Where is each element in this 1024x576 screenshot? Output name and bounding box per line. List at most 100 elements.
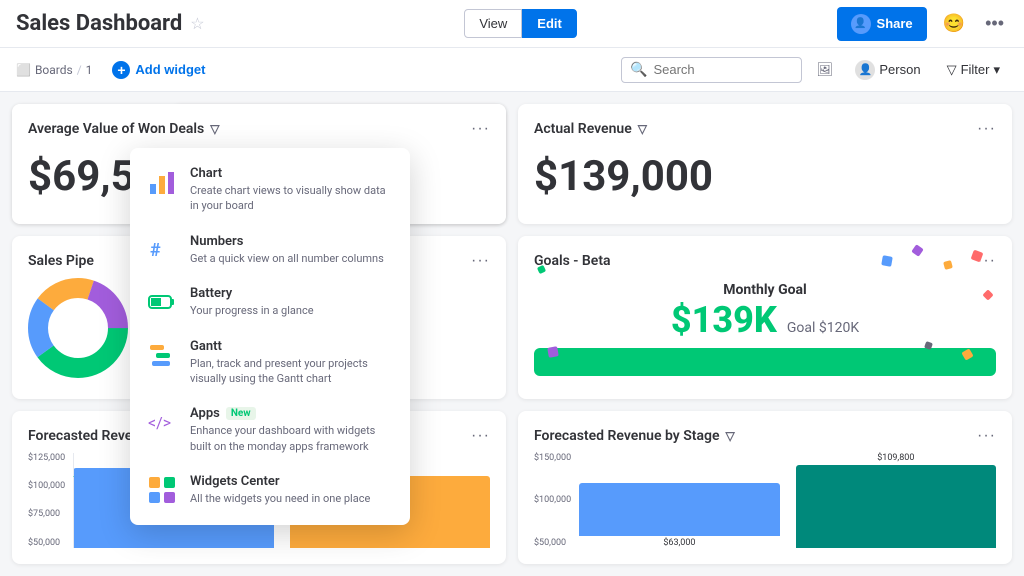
- svg-text:</>: </>: [148, 413, 171, 432]
- widget-pipeline-menu[interactable]: ···: [471, 252, 490, 270]
- search-icon: 🔍: [630, 62, 647, 78]
- dropdown-item-icon-widgets-center: [146, 474, 178, 506]
- header-left: Sales Dashboard ☆: [16, 11, 205, 36]
- view-button[interactable]: View: [464, 9, 522, 38]
- search-box: 🔍: [621, 57, 802, 83]
- dropdown-item-desc-chart: Create chart views to visually show data…: [190, 183, 394, 214]
- dropdown-item-title-chart: Chart: [190, 166, 394, 181]
- widget-goals: Goals - Beta ··· Monthly Goal $139K Goal…: [518, 236, 1012, 398]
- share-avatar: 👤: [851, 14, 871, 34]
- avg-won-filter-icon[interactable]: ▽: [210, 122, 219, 136]
- bar-stage-1: $63,000: [579, 453, 779, 548]
- goals-content: Monthly Goal $139K Goal $120K: [534, 278, 996, 380]
- add-widget-dropdown: Chart Create chart views to visually sho…: [130, 148, 410, 525]
- widget-rev-stage-menu[interactable]: ···: [977, 427, 996, 445]
- more-button[interactable]: •••: [981, 9, 1008, 38]
- widget-goals-title: Goals - Beta: [534, 253, 611, 269]
- widget-rev-month-menu[interactable]: ···: [471, 427, 490, 445]
- dropdown-item-icon-numbers: #: [146, 234, 178, 266]
- add-widget-button[interactable]: + Add widget: [104, 57, 213, 83]
- dropdown-item-title-gantt: Gantt: [190, 339, 394, 354]
- dropdown-item-text-chart: Chart Create chart views to visually sho…: [190, 166, 394, 214]
- breadcrumb-separator: /: [77, 63, 82, 77]
- actual-revenue-value: $139,000: [534, 146, 996, 208]
- dropdown-item-icon-gantt: [146, 339, 178, 371]
- breadcrumb-boards[interactable]: Boards: [35, 63, 73, 77]
- dropdown-item-numbers[interactable]: # Numbers Get a quick view on all number…: [130, 224, 410, 276]
- widget-actual-revenue-title: Actual Revenue ▽: [534, 121, 647, 137]
- dropdown-item-gantt[interactable]: Gantt Plan, track and present your proje…: [130, 329, 410, 397]
- breadcrumb: ⬜ Boards / 1: [16, 63, 92, 77]
- person-button[interactable]: 👤 Person: [847, 56, 928, 84]
- dropdown-item-desc-gantt: Plan, track and present your projects vi…: [190, 356, 394, 387]
- rev-stage-filter-icon[interactable]: ▽: [725, 429, 734, 443]
- stage-y-axis-labels: $150,000 $100,000 $50,000: [534, 453, 575, 548]
- person-icon: 👤: [855, 60, 875, 80]
- stage-bar-chart-bars: $63,000 $109,800: [579, 453, 996, 548]
- dropdown-item-title-numbers: Numbers: [190, 234, 394, 249]
- stage-y-label-1: $150,000: [534, 453, 571, 463]
- dropdown-item-desc-battery: Your progress in a glance: [190, 303, 394, 318]
- star-icon[interactable]: ☆: [190, 14, 204, 33]
- widget-rev-by-stage: Forecasted Revenue by Stage ▽ ··· $150,0…: [518, 411, 1012, 564]
- image-icon-button[interactable]: 🖼: [812, 58, 837, 82]
- goals-monthly-label: Monthly Goal: [534, 282, 996, 298]
- share-button[interactable]: 👤 Share: [837, 7, 927, 41]
- y-label-4: $50,000: [28, 538, 65, 548]
- page-title: Sales Dashboard: [16, 11, 182, 36]
- dropdown-item-apps[interactable]: </> AppsNew Enhance your dashboard with …: [130, 396, 410, 464]
- stage-y-label-3: $50,000: [534, 538, 571, 548]
- widget-actual-revenue: Actual Revenue ▽ ··· $139,000: [518, 104, 1012, 224]
- dropdown-item-battery[interactable]: Battery Your progress in a glance: [130, 276, 410, 328]
- header-center: View Edit: [464, 9, 577, 38]
- bar-stage-1-bar: [579, 483, 779, 535]
- dropdown-item-title-apps: AppsNew: [190, 406, 394, 421]
- badge-new: New: [226, 407, 256, 420]
- dropdown-item-title-widgets-center: Widgets Center: [190, 474, 394, 489]
- y-label-2: $100,000: [28, 481, 65, 491]
- widget-rev-stage-title: Forecasted Revenue by Stage ▽: [534, 428, 735, 444]
- y-label-3: $75,000: [28, 509, 65, 519]
- dropdown-item-title-battery: Battery: [190, 286, 394, 301]
- widget-actual-revenue-menu[interactable]: ···: [977, 120, 996, 138]
- dropdown-item-widgets-center[interactable]: Widgets Center All the widgets you need …: [130, 464, 410, 516]
- bar-stage-2: $109,800: [796, 453, 996, 548]
- rev-stage-chart: $150,000 $100,000 $50,000 $63,000 $109,8…: [534, 453, 996, 548]
- y-label-1: $125,000: [28, 453, 65, 463]
- toolbar-right: 🔍 🖼 👤 Person ▽ Filter ▾: [621, 56, 1008, 84]
- filter-button[interactable]: ▽ Filter ▾: [939, 58, 1008, 82]
- bar-stage-2-bar: [796, 465, 996, 548]
- pipeline-pie-chart: [28, 278, 128, 382]
- widget-avg-won-menu[interactable]: ···: [471, 120, 490, 138]
- actual-revenue-filter-icon[interactable]: ▽: [638, 122, 647, 136]
- stage-y-label-2: $100,000: [534, 495, 571, 505]
- filter-icon: ▽: [947, 62, 957, 78]
- dropdown-item-text-widgets-center: Widgets Center All the widgets you need …: [190, 474, 394, 506]
- breadcrumb-icon: ⬜: [16, 63, 31, 77]
- dropdown-item-desc-widgets-center: All the widgets you need in one place: [190, 491, 394, 506]
- breadcrumb-number: 1: [86, 63, 93, 77]
- emoji-button[interactable]: 😊: [939, 9, 969, 38]
- dropdown-item-icon-battery: [146, 286, 178, 318]
- widget-pipeline-title: Sales Pipe: [28, 253, 94, 269]
- dropdown-item-chart[interactable]: Chart Create chart views to visually sho…: [130, 156, 410, 224]
- widget-goals-menu[interactable]: ···: [977, 252, 996, 270]
- toolbar-left: ⬜ Boards / 1 + Add widget: [16, 57, 213, 83]
- filter-arrow-icon: ▾: [993, 62, 1000, 78]
- dropdown-item-text-battery: Battery Your progress in a glance: [190, 286, 394, 318]
- dropdown-item-desc-numbers: Get a quick view on all number columns: [190, 251, 394, 266]
- y-axis-line: [73, 453, 74, 548]
- widget-avg-won-header: Average Value of Won Deals ▽ ···: [28, 120, 490, 138]
- search-input[interactable]: [653, 62, 793, 77]
- bar-stage-2-top-label: $109,800: [877, 453, 914, 463]
- dropdown-item-icon-apps: </>: [146, 406, 178, 438]
- edit-button[interactable]: Edit: [522, 9, 577, 38]
- target-line: [73, 476, 74, 477]
- header: Sales Dashboard ☆ View Edit 👤 Share 😊 ••…: [0, 0, 1024, 48]
- bar-stage-1-label: $63,000: [663, 538, 695, 548]
- widget-avg-won-title: Average Value of Won Deals ▽: [28, 121, 219, 137]
- toolbar: ⬜ Boards / 1 + Add widget 🔍 🖼 👤 Person ▽…: [0, 48, 1024, 92]
- goals-goal-text: Goal $120K: [787, 320, 859, 336]
- goals-progress-bar: [534, 348, 996, 376]
- header-right: 👤 Share 😊 •••: [837, 7, 1008, 41]
